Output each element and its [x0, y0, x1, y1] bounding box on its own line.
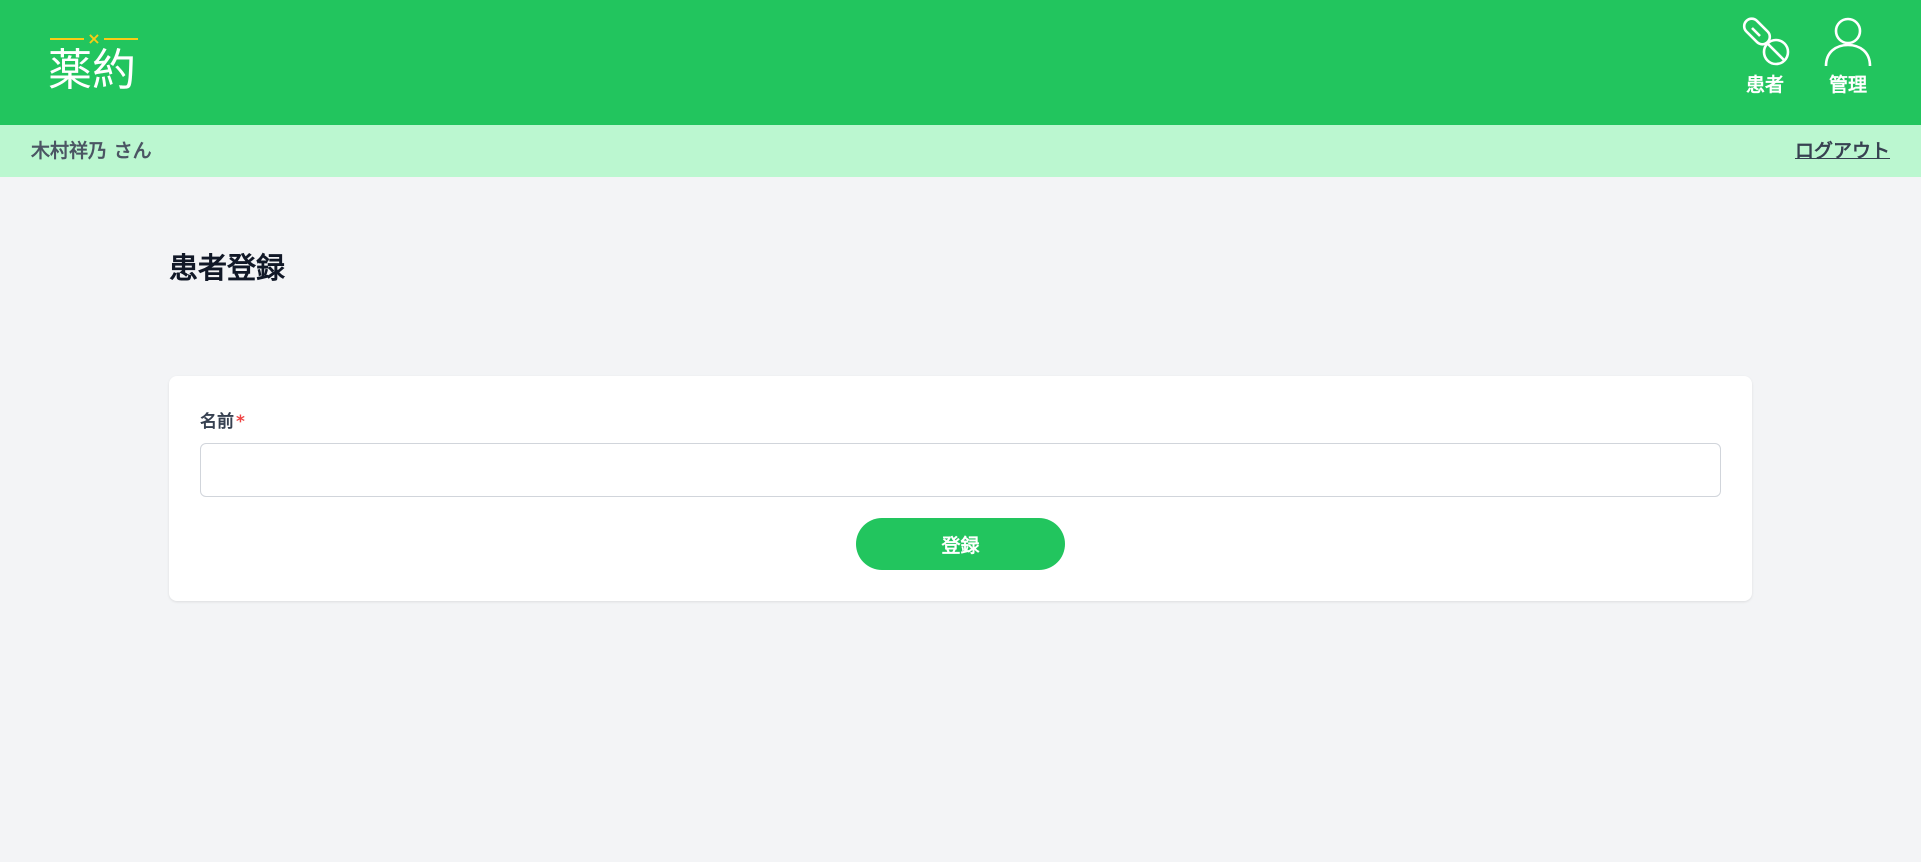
nav-patient[interactable]: 患者 [1730, 14, 1800, 110]
required-mark: * [236, 412, 245, 432]
user-icon [1824, 17, 1872, 67]
name-field-label: 名前 * [200, 411, 245, 433]
app-logo[interactable]: × 薬約 [48, 30, 140, 96]
nav-patient-label: 患者 [1745, 74, 1784, 96]
pill-icon [1742, 17, 1790, 66]
name-label-text: 名前 [200, 412, 234, 432]
logout-link[interactable]: ログアウト [1795, 139, 1890, 163]
nav-admin-label: 管理 [1828, 74, 1867, 96]
app-header: × 薬約 患者 管理 [0, 0, 1921, 125]
user-bar: 木村祥乃 さん ログアウト [0, 125, 1921, 177]
page-title: 患者登録 [169, 251, 286, 285]
logo-text: 薬約 [48, 45, 136, 96]
patient-form-card: 名前 * 登録 [169, 376, 1752, 601]
current-user-name: 木村祥乃 さん [31, 140, 152, 162]
register-button[interactable]: 登録 [856, 518, 1065, 570]
nav-admin[interactable]: 管理 [1813, 14, 1883, 110]
name-input[interactable] [200, 443, 1721, 497]
